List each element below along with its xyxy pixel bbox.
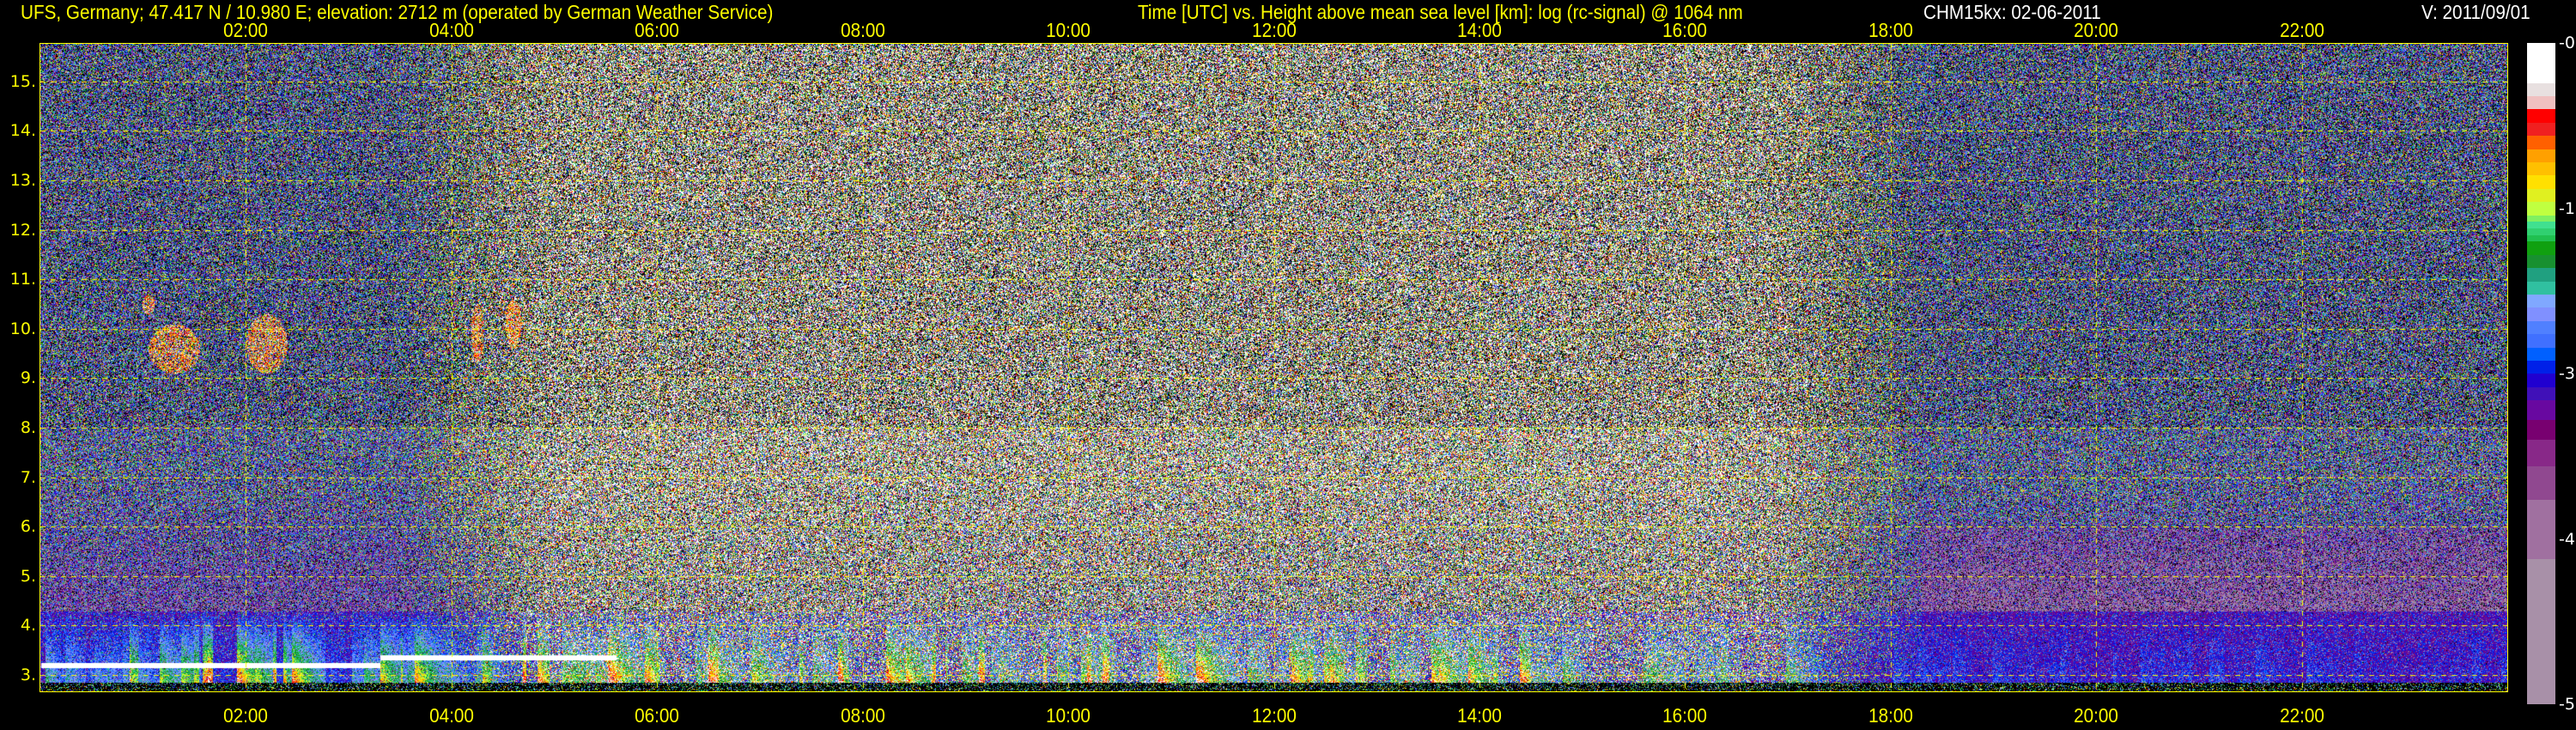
colorbar-band (2527, 399, 2555, 421)
colorbar-band (2527, 558, 2555, 705)
y-tick-label: 11. (9, 270, 36, 289)
colorbar-band (2527, 419, 2555, 441)
x-tick-label-top: 06:00 (635, 19, 680, 41)
y-tick-label: 6. (20, 517, 36, 537)
colorbar-band (2527, 440, 2555, 467)
y-tick-label: 12. (9, 220, 36, 240)
plot-description-title: Time [UTC] vs. Height above mean sea lev… (1138, 1, 1743, 23)
colorbar-band (2527, 374, 2555, 387)
colorbar-band (2527, 135, 2555, 149)
x-tick-label-top: 14:00 (1457, 19, 1502, 41)
colorbar-band (2527, 465, 2555, 500)
x-tick-label-top: 04:00 (428, 19, 474, 41)
y-tick-label: 9. (20, 368, 36, 388)
x-tick-label-bottom: 22:00 (2279, 704, 2324, 727)
colorbar-band (2527, 499, 2555, 560)
y-tick-label: 14. (9, 121, 36, 141)
colorbar-tick-label: -5.50 (2559, 695, 2576, 714)
colorbar-band (2527, 267, 2555, 282)
x-tick-label-bottom: 16:00 (1662, 704, 1708, 727)
y-tick-label: 7. (20, 467, 36, 487)
colorbar-band (2527, 221, 2555, 229)
colorbar-band (2527, 82, 2555, 97)
colorbar (2527, 43, 2555, 705)
colorbar-band (2527, 175, 2555, 189)
colorbar-band (2527, 149, 2555, 163)
y-tick-label: 15. (9, 71, 36, 91)
x-tick-label-top: 12:00 (1251, 19, 1297, 41)
x-tick-label-bottom: 08:00 (840, 704, 885, 727)
x-tick-label-bottom: 02:00 (223, 704, 269, 727)
y-tick-label: 3. (20, 665, 36, 684)
x-tick-label-bottom: 20:00 (2074, 704, 2119, 727)
colorbar-band (2527, 281, 2555, 295)
colorbar-band (2527, 347, 2555, 362)
x-tick-label-top: 20:00 (2074, 19, 2119, 41)
version-label: V: 2011/09/01 (2421, 1, 2530, 23)
y-tick-label: 8. (20, 417, 36, 437)
colorbar-band (2527, 95, 2555, 110)
colorbar-band (2527, 215, 2555, 222)
colorbar-band (2527, 201, 2555, 216)
y-tick-label: 5. (20, 566, 36, 586)
colorbar-band (2527, 43, 2555, 83)
colorbar-tick-label: -3.00 (2559, 364, 2576, 383)
colorbar-band (2527, 320, 2555, 335)
colorbar-band (2527, 333, 2555, 348)
colorbar-band (2527, 241, 2555, 255)
colorbar-band (2527, 307, 2555, 321)
colorbar-band (2527, 161, 2555, 176)
x-tick-label-bottom: 14:00 (1457, 704, 1502, 727)
y-tick-label: 10. (9, 319, 36, 338)
x-tick-label-bottom: 12:00 (1251, 704, 1297, 727)
colorbar-band (2527, 386, 2555, 401)
colorbar-tick-label: -1.75 (2559, 198, 2576, 218)
y-tick-label: 4. (20, 616, 36, 636)
x-tick-label-bottom: 18:00 (1868, 704, 1913, 727)
grid-lines (40, 44, 2507, 691)
x-tick-label-top: 08:00 (840, 19, 885, 41)
colorbar-band (2527, 234, 2555, 242)
x-tick-label-top: 22:00 (2279, 19, 2324, 41)
backscatter-heatmap (40, 44, 2507, 691)
x-tick-label-bottom: 10:00 (1046, 704, 1091, 727)
colorbar-tick-label: -4.25 (2559, 529, 2576, 549)
x-tick-label-bottom: 06:00 (635, 704, 680, 727)
x-tick-label-top: 02:00 (223, 19, 269, 41)
x-tick-label-top: 10:00 (1046, 19, 1091, 41)
x-tick-label-bottom: 04:00 (428, 704, 474, 727)
colorbar-band (2527, 228, 2555, 235)
colorbar-band (2527, 294, 2555, 308)
x-tick-label-top: 18:00 (1868, 19, 1913, 41)
colorbar-band (2527, 360, 2555, 374)
x-tick-label-top: 16:00 (1662, 19, 1708, 41)
colorbar-band (2527, 254, 2555, 269)
colorbar-band (2527, 188, 2555, 203)
colorbar-tick-label: -0.50 (2559, 33, 2576, 52)
colorbar-band (2527, 109, 2555, 123)
colorbar-band (2527, 122, 2555, 137)
y-tick-label: 13. (9, 170, 36, 190)
